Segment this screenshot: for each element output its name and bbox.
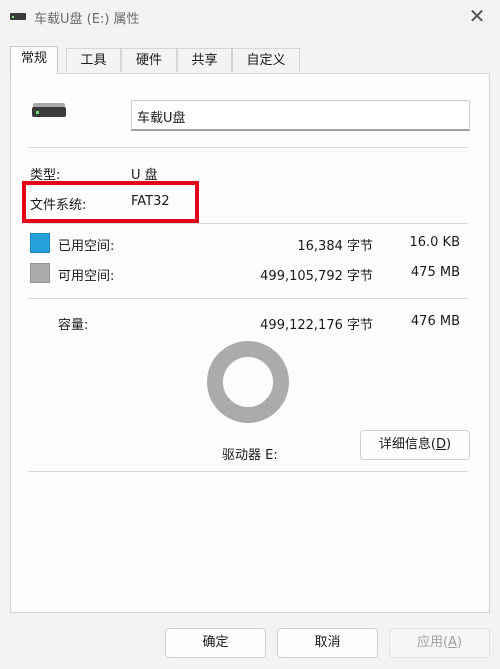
free-space-swatch	[30, 263, 50, 283]
usb-drive-icon	[32, 103, 66, 119]
capacity-bytes: 499,122,176 字节	[260, 318, 373, 333]
divider	[28, 471, 468, 472]
details-button[interactable]: 详细信息(D)	[360, 430, 470, 460]
free-space-size: 475 MB	[410, 265, 460, 280]
tab-customize[interactable]: 自定义	[232, 48, 300, 72]
divider	[28, 147, 468, 148]
ok-button[interactable]: 确定	[165, 628, 266, 658]
title-bar: 车载U盘 (E:) 属性 ✕	[0, 0, 500, 34]
cancel-button[interactable]: 取消	[277, 628, 378, 658]
tab-general[interactable]: 常规	[10, 46, 58, 74]
volume-label-input[interactable]	[131, 100, 470, 131]
free-space-ring	[207, 341, 289, 423]
drive-icon	[10, 12, 26, 21]
used-space-size: 16.0 KB	[409, 235, 460, 250]
close-button[interactable]: ✕	[464, 4, 490, 30]
capacity-label: 容量:	[58, 318, 89, 333]
drive-letter-label: 驱动器 E:	[222, 448, 278, 463]
filesystem-highlight-box	[22, 181, 199, 223]
used-space-label: 已用空间:	[58, 239, 115, 254]
tab-hardware[interactable]: 硬件	[121, 48, 177, 72]
tab-tools[interactable]: 工具	[66, 48, 121, 72]
used-space-swatch	[30, 233, 50, 253]
free-space-bytes: 499,105,792 字节	[260, 269, 373, 284]
divider	[28, 298, 468, 299]
window-title: 车载U盘 (E:) 属性	[34, 12, 140, 27]
free-space-label: 可用空间:	[58, 269, 115, 284]
divider	[28, 223, 468, 224]
tab-sharing[interactable]: 共享	[177, 48, 232, 72]
capacity-size: 476 MB	[410, 314, 460, 329]
used-space-bytes: 16,384 字节	[297, 239, 373, 254]
apply-button[interactable]: 应用(A)	[389, 628, 490, 658]
usage-donut-chart	[207, 341, 289, 423]
